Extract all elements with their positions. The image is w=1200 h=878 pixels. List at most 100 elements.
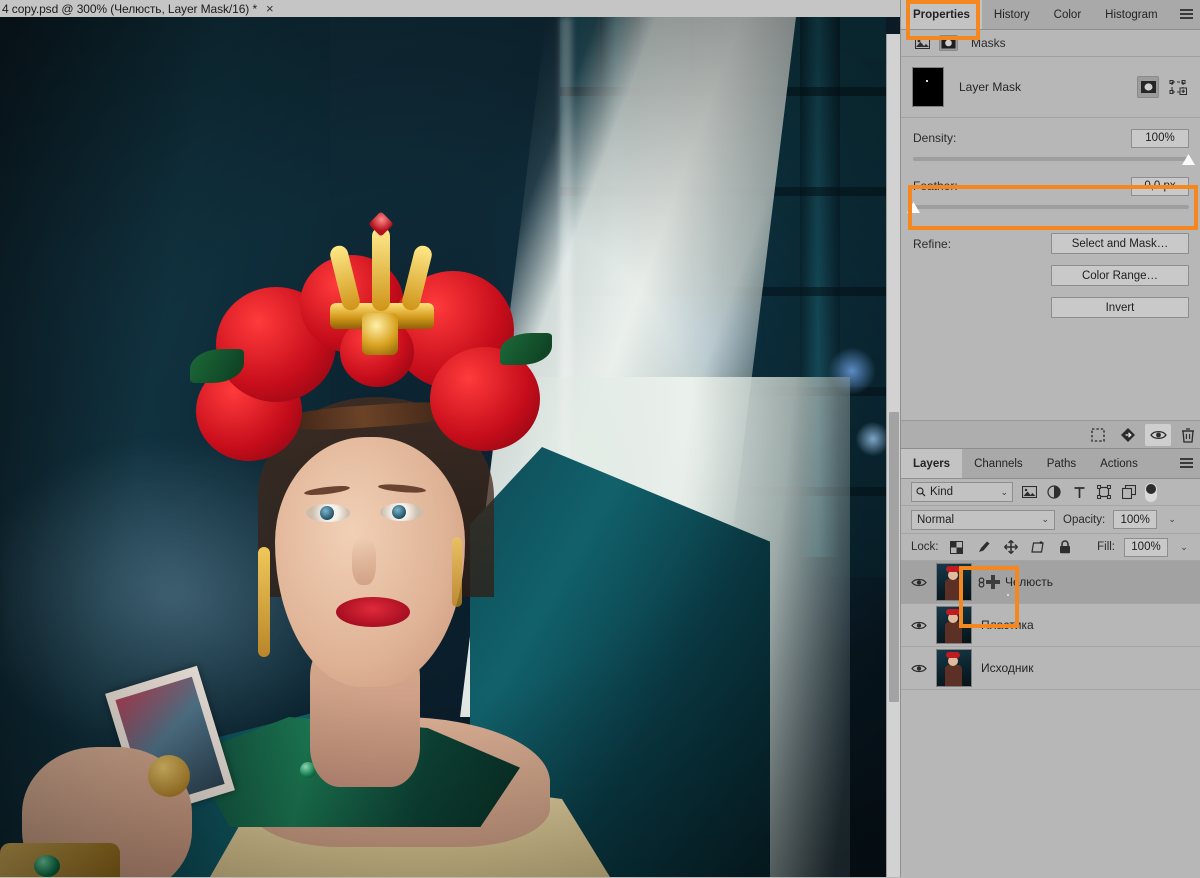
filter-toggle-switch[interactable] — [1145, 482, 1157, 502]
invert-button[interactable]: Invert — [1051, 297, 1189, 318]
type-filter-icon[interactable] — [1070, 484, 1088, 500]
density-slider-track[interactable] — [913, 154, 1195, 165]
tab-paths[interactable]: Paths — [1035, 449, 1088, 478]
refine-label: Refine: — [913, 237, 952, 251]
layer-visibility-icon[interactable] — [901, 620, 937, 631]
tab-properties[interactable]: Properties — [901, 0, 982, 29]
tab-paths-label: Paths — [1046, 457, 1077, 470]
opacity-stepper-icon[interactable]: ⌄ — [1165, 511, 1179, 528]
lock-all-icon[interactable] — [1056, 539, 1074, 555]
masks-properties-icon[interactable] — [939, 35, 958, 51]
masks-header: Masks — [901, 30, 1200, 57]
load-selection-from-mask-icon[interactable] — [1085, 424, 1111, 446]
table-row[interactable]: Пластика — [901, 604, 1200, 647]
delete-mask-icon[interactable] — [1175, 424, 1200, 446]
blend-mode-row: Normal ⌄ Opacity: 100% ⌄ — [901, 506, 1200, 534]
apply-mask-icon[interactable] — [1115, 424, 1141, 446]
layers-panel-menu-icon[interactable] — [1180, 458, 1193, 469]
layer-mask-preview-thumbnail[interactable] — [913, 68, 943, 106]
tab-history[interactable]: History — [982, 0, 1042, 29]
lock-row: Lock: Fill: 100% ⌄ — [901, 534, 1200, 561]
layer-mask-label: Layer Mask — [959, 80, 1022, 94]
tab-color-label: Color — [1053, 8, 1082, 21]
feather-block: Feather: 0,0 px — [901, 163, 1200, 217]
layer-thumbnail[interactable] — [937, 650, 971, 686]
layer-name[interactable]: Исходник — [981, 661, 1033, 675]
pixel-mask-button[interactable] — [1137, 76, 1159, 98]
lock-image-pixels-icon[interactable] — [975, 539, 993, 555]
feather-slider-track[interactable] — [907, 202, 1189, 213]
layers-panel: Layers Channels Paths Actions Kind ⌄ Nor… — [901, 448, 1200, 878]
layer-name[interactable]: Пластика — [981, 618, 1034, 632]
table-row[interactable]: Исходник — [901, 647, 1200, 690]
chevron-down-icon: ⌄ — [1000, 486, 1008, 497]
vector-mask-button[interactable] — [1167, 76, 1189, 98]
tab-channels-label: Channels — [974, 457, 1023, 470]
pixel-filter-icon[interactable] — [1020, 484, 1038, 500]
opacity-input[interactable]: 100% — [1113, 510, 1158, 529]
properties-footer-toolbar — [901, 420, 1200, 449]
filter-kind-select[interactable]: Kind ⌄ — [911, 482, 1013, 502]
lock-artboard-nesting-icon[interactable] — [1029, 539, 1047, 555]
search-icon — [916, 487, 926, 497]
properties-tab-strip: Properties History Color Histogram — [901, 0, 1200, 30]
scrollbar-thumb[interactable] — [889, 412, 899, 702]
density-block: Density: 100% — [901, 118, 1200, 165]
opacity-label: Opacity: — [1063, 513, 1106, 526]
properties-body: Layer Mask Density: 100% Feather: 0,0 px… — [901, 57, 1200, 318]
tab-layers[interactable]: Layers — [901, 449, 963, 478]
document-image — [0, 17, 886, 877]
blend-mode-select[interactable]: Normal ⌄ — [911, 509, 1055, 530]
masks-header-label: Masks — [971, 36, 1006, 50]
panel-menu-icon[interactable] — [1180, 9, 1193, 20]
tab-histogram[interactable]: Histogram — [1093, 0, 1169, 29]
layer-thumbnail[interactable] — [937, 564, 971, 600]
fill-stepper-icon[interactable]: ⌄ — [1177, 539, 1191, 556]
layer-list: Челюсть Пластика Исходник — [901, 561, 1200, 690]
color-range-button[interactable]: Color Range… — [1051, 265, 1189, 286]
shape-filter-icon[interactable] — [1095, 484, 1113, 500]
tab-channels[interactable]: Channels — [962, 449, 1035, 478]
layer-visibility-icon[interactable] — [901, 663, 937, 674]
tab-actions[interactable]: Actions — [1088, 449, 1150, 478]
adjustment-filter-icon[interactable] — [1045, 484, 1063, 500]
tab-actions-label: Actions — [1100, 457, 1138, 470]
feather-label: Feather: — [913, 179, 958, 193]
density-label: Density: — [913, 131, 957, 145]
select-and-mask-button[interactable]: Select and Mask… — [1051, 233, 1189, 254]
document-tab-bar: 4 copy.psd @ 300% (Челюсть, Layer Mask/1… — [0, 0, 900, 18]
fill-input[interactable]: 100% — [1124, 537, 1168, 557]
tab-history-label: History — [993, 8, 1030, 21]
tab-histogram-label: Histogram — [1105, 8, 1158, 21]
smartobject-filter-icon[interactable] — [1120, 484, 1138, 500]
fill-label: Fill: — [1097, 541, 1115, 553]
table-row[interactable]: Челюсть — [901, 561, 1200, 604]
layers-tab-strip: Layers Channels Paths Actions — [901, 449, 1200, 479]
image-properties-icon[interactable] — [913, 35, 932, 51]
density-input[interactable]: 100% — [1131, 128, 1189, 148]
close-icon[interactable]: × — [266, 2, 274, 15]
layer-thumbnail[interactable] — [937, 607, 971, 643]
layer-mask-row[interactable]: Layer Mask — [901, 57, 1200, 118]
tab-layers-label: Layers — [913, 457, 951, 470]
tab-color[interactable]: Color — [1042, 0, 1093, 29]
lock-transparent-pixels-icon[interactable] — [948, 539, 966, 555]
document-tab-title: 4 copy.psd @ 300% (Челюсть, Layer Mask/1… — [2, 1, 258, 16]
lock-position-icon[interactable] — [1002, 539, 1020, 555]
document-tab[interactable]: 4 copy.psd @ 300% (Челюсть, Layer Mask/1… — [0, 0, 282, 17]
lock-label: Lock: — [911, 541, 939, 553]
feather-slider-handle[interactable] — [907, 202, 920, 213]
layer-name[interactable]: Челюсть — [1005, 575, 1053, 589]
blend-mode-value: Normal — [917, 513, 955, 526]
filter-kind-label: Kind — [930, 486, 954, 498]
layer-visibility-icon[interactable] — [901, 577, 937, 588]
chevron-down-icon: ⌄ — [1041, 514, 1049, 524]
layer-mask-thumbnail[interactable] — [986, 575, 1000, 589]
canvas-area[interactable] — [0, 17, 900, 877]
canvas-vertical-scrollbar[interactable] — [886, 34, 900, 877]
tab-properties-label: Properties — [913, 8, 970, 21]
refine-section: Refine: Select and Mask… Color Range… In… — [901, 217, 1200, 318]
toggle-mask-visibility-icon[interactable] — [1145, 424, 1171, 446]
feather-input[interactable]: 0,0 px — [1131, 176, 1189, 196]
right-dock: Properties History Color Histogram Masks — [900, 0, 1200, 878]
